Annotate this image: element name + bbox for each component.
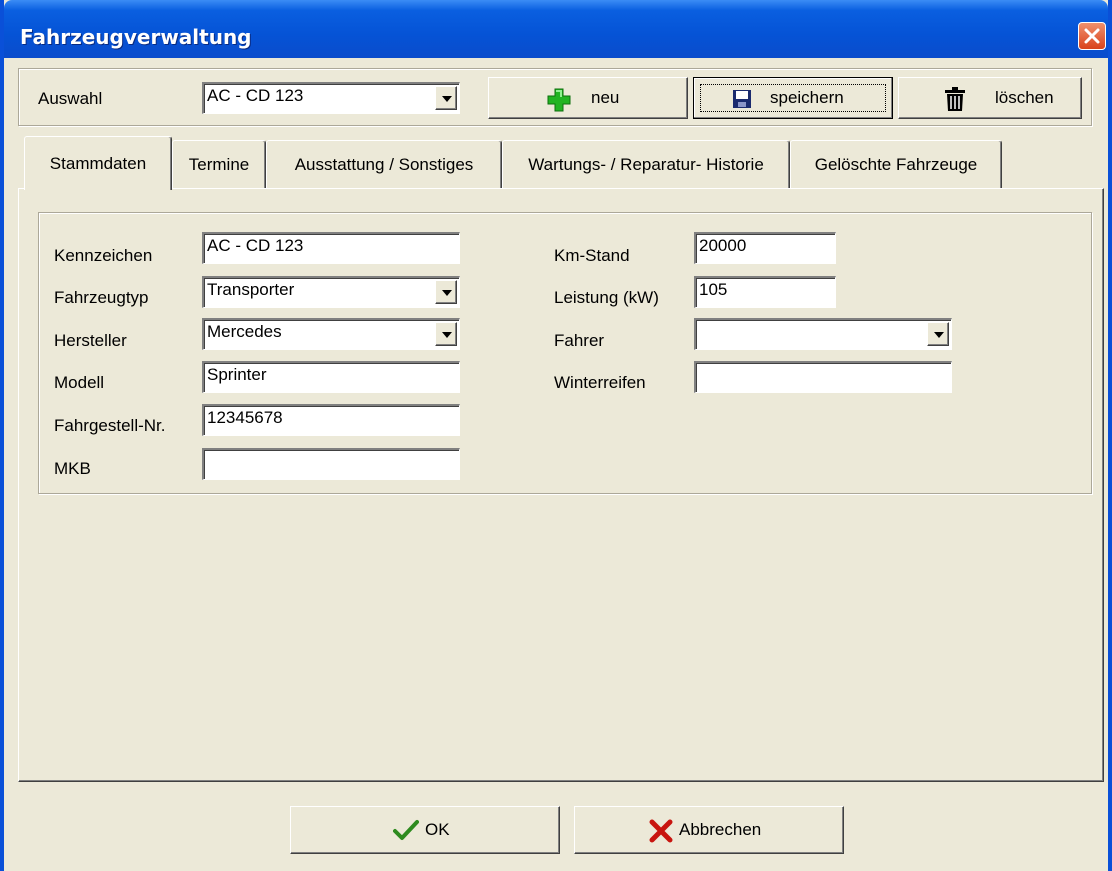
kmstand-field[interactable]: 20000 bbox=[694, 232, 836, 264]
chevron-down-icon[interactable] bbox=[435, 86, 457, 110]
delete-button[interactable]: löschen bbox=[898, 77, 1082, 119]
ok-button-label: OK bbox=[425, 820, 450, 839]
window-title: Fahrzeugverwaltung bbox=[20, 25, 252, 49]
close-icon bbox=[1084, 28, 1100, 44]
kennzeichen-label: Kennzeichen bbox=[54, 246, 153, 265]
checkmark-icon bbox=[393, 820, 419, 840]
fahrgestell-field[interactable]: 12345678 bbox=[202, 404, 460, 436]
leistung-label: Leistung (kW) bbox=[554, 288, 659, 307]
floppy-disk-icon bbox=[733, 90, 751, 108]
plus-icon bbox=[547, 88, 571, 112]
ok-button[interactable]: OK bbox=[290, 806, 560, 854]
mkb-field[interactable] bbox=[202, 448, 460, 480]
kennzeichen-field[interactable]: AC - CD 123 bbox=[202, 232, 460, 264]
modell-value: Sprinter bbox=[207, 365, 267, 384]
hersteller-combobox[interactable]: Mercedes bbox=[202, 318, 460, 350]
tab-wartungs-historie-label: Wartungs- / Reparatur- Historie bbox=[528, 154, 764, 174]
x-mark-icon bbox=[649, 819, 673, 843]
hersteller-label: Hersteller bbox=[54, 331, 127, 350]
new-button[interactable]: neu bbox=[488, 77, 688, 119]
save-button[interactable]: speichern bbox=[693, 77, 893, 119]
chevron-down-icon[interactable] bbox=[927, 322, 949, 346]
fahrer-combobox[interactable] bbox=[694, 318, 952, 350]
winterreifen-field[interactable] bbox=[694, 361, 952, 393]
delete-button-label: löschen bbox=[995, 88, 1054, 107]
tab-geloeschte-fahrzeuge-label: Gelöschte Fahrzeuge bbox=[814, 154, 978, 174]
save-button-label: speichern bbox=[770, 88, 844, 107]
kmstand-value: 20000 bbox=[699, 236, 747, 255]
cancel-button[interactable]: Abbrechen bbox=[574, 806, 844, 854]
kennzeichen-value: AC - CD 123 bbox=[207, 236, 304, 255]
fahrzeugtyp-label: Fahrzeugtyp bbox=[54, 288, 149, 307]
hersteller-value: Mercedes bbox=[207, 322, 282, 341]
tab-geloeschte-fahrzeuge[interactable]: Gelöschte Fahrzeuge bbox=[790, 140, 1002, 188]
mkb-label: MKB bbox=[54, 459, 91, 478]
cancel-button-label: Abbrechen bbox=[679, 820, 762, 839]
kmstand-label: Km-Stand bbox=[554, 246, 630, 265]
modell-field[interactable]: Sprinter bbox=[202, 361, 460, 393]
auswahl-combobox[interactable]: AC - CD 123 bbox=[202, 82, 460, 114]
tab-termine-label: Termine bbox=[188, 154, 250, 174]
tab-wartungs-historie[interactable]: Wartungs- / Reparatur- Historie bbox=[502, 140, 790, 188]
chevron-down-icon[interactable] bbox=[435, 322, 457, 346]
auswahl-value: AC - CD 123 bbox=[207, 86, 304, 105]
title-bar[interactable]: Fahrzeugverwaltung bbox=[4, 0, 1108, 58]
winterreifen-label: Winterreifen bbox=[554, 373, 646, 392]
close-button[interactable] bbox=[1078, 22, 1106, 50]
fahrer-label: Fahrer bbox=[554, 331, 605, 350]
new-button-label: neu bbox=[591, 88, 620, 107]
fahrgestell-value: 12345678 bbox=[207, 408, 283, 427]
trash-can-icon bbox=[945, 87, 965, 111]
auswahl-label: Auswahl bbox=[38, 89, 103, 108]
tab-ausstattung[interactable]: Ausstattung / Sonstiges bbox=[266, 140, 502, 188]
leistung-field[interactable]: 105 bbox=[694, 276, 836, 308]
tab-stammdaten-label: Stammdaten bbox=[49, 153, 147, 173]
fahrzeugtyp-value: Transporter bbox=[207, 280, 295, 299]
tab-ausstattung-label: Ausstattung / Sonstiges bbox=[294, 154, 474, 174]
fahrzeugtyp-combobox[interactable]: Transporter bbox=[202, 276, 460, 308]
modell-label: Modell bbox=[54, 373, 105, 392]
chevron-down-icon[interactable] bbox=[435, 280, 457, 304]
leistung-value: 105 bbox=[699, 280, 728, 299]
dialog-window: Fahrzeugverwaltung Auswahl AC - CD 123 n… bbox=[0, 0, 1112, 871]
fahrgestell-label: Fahrgestell-Nr. bbox=[54, 416, 166, 435]
tab-termine[interactable]: Termine bbox=[172, 140, 266, 188]
tab-stammdaten[interactable]: Stammdaten bbox=[24, 136, 172, 190]
